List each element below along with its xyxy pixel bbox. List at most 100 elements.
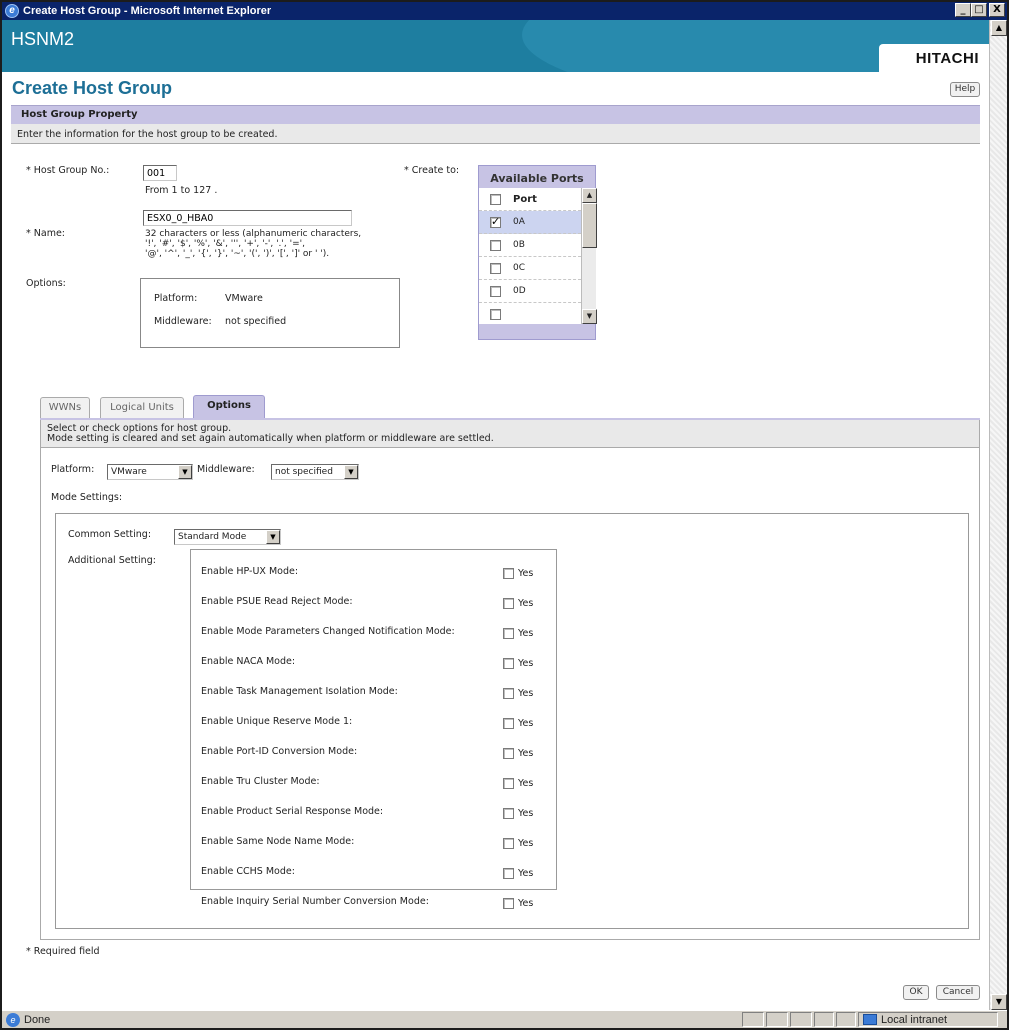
middleware-select-value: not specified: [275, 467, 333, 477]
additional-setting-label: Additional Setting:: [68, 555, 156, 566]
task-management-isolation-row: Enable Task Management Isolation Mode: Y…: [201, 686, 551, 702]
yes-label: Yes: [518, 808, 534, 819]
name-label: * Name:: [26, 228, 65, 239]
maximize-button[interactable]: □: [971, 3, 987, 17]
port-checkbox[interactable]: [490, 308, 501, 320]
app-banner: HSNM2 HITACHI: [2, 20, 989, 72]
port-row-0c[interactable]: 0C: [479, 257, 581, 280]
mode-settings-box: Common Setting: Standard Mode ▼ Addition…: [55, 513, 969, 929]
close-button[interactable]: X: [989, 3, 1005, 17]
chevron-down-icon[interactable]: ▼: [266, 530, 280, 544]
product-serial-response-checkbox[interactable]: [503, 808, 514, 819]
page-scrollbar[interactable]: ▲ ▼: [989, 20, 1007, 1010]
mode-parameters-changed-checkbox[interactable]: [503, 628, 514, 639]
available-ports-panel: Available Ports Port 0A 0B 0C: [478, 165, 597, 340]
cchs-mode-checkbox[interactable]: [503, 868, 514, 879]
host-group-no-input[interactable]: [143, 165, 177, 181]
ports-list: Port 0A 0B 0C 0D: [479, 188, 581, 324]
options-tab-description: Select or check options for host group. …: [41, 420, 979, 448]
same-node-name-row: Enable Same Node Name Mode: Yes: [201, 836, 551, 852]
yes-label: Yes: [518, 598, 534, 609]
yes-label: Yes: [518, 748, 534, 759]
minimize-button[interactable]: _: [955, 3, 971, 17]
title-bar: e Create Host Group - Microsoft Internet…: [2, 2, 1007, 20]
chevron-down-icon[interactable]: ▼: [344, 465, 358, 479]
browser-window: e Create Host Group - Microsoft Internet…: [0, 0, 1009, 1030]
options-label: Options:: [26, 278, 66, 289]
options-middleware-value: not specified: [225, 316, 287, 327]
section-header: Host Group Property: [11, 105, 980, 124]
scroll-down-arrow-icon[interactable]: ▼: [991, 994, 1007, 1010]
scroll-down-arrow-icon[interactable]: ▼: [582, 309, 597, 324]
status-cell: [790, 1012, 812, 1027]
port-0a-checkbox[interactable]: [490, 215, 501, 228]
options-description-line-2: Mode setting is cleared and set again au…: [47, 433, 494, 444]
setting-label: Enable Mode Parameters Changed Notificat…: [201, 626, 455, 637]
yes-label: Yes: [518, 778, 534, 789]
setting-label: Enable PSUE Read Reject Mode:: [201, 596, 353, 607]
psue-read-reject-mode-row: Enable PSUE Read Reject Mode: Yes: [201, 596, 551, 612]
tab-options[interactable]: Options: [193, 395, 265, 419]
window-title: Create Host Group - Microsoft Internet E…: [23, 5, 272, 17]
port-row-0d[interactable]: 0D: [479, 280, 581, 303]
tru-cluster-mode-checkbox[interactable]: [503, 778, 514, 789]
port-row-0a[interactable]: 0A: [479, 211, 581, 234]
port-label: 0D: [513, 286, 526, 296]
help-button[interactable]: Help: [950, 82, 980, 97]
inquiry-serial-number-checkbox[interactable]: [503, 898, 514, 909]
yes-label: Yes: [518, 658, 534, 669]
security-zone: Local intranet: [858, 1012, 998, 1027]
port-row-0b[interactable]: 0B: [479, 234, 581, 257]
platform-select[interactable]: VMware ▼: [107, 464, 193, 480]
port-id-conversion-row: Enable Port-ID Conversion Mode: Yes: [201, 746, 551, 762]
hp-ux-mode-checkbox[interactable]: [503, 568, 514, 579]
yes-label: Yes: [518, 568, 534, 579]
task-management-isolation-checkbox[interactable]: [503, 688, 514, 699]
port-0c-checkbox[interactable]: [490, 262, 501, 274]
local-intranet-icon: [863, 1014, 877, 1025]
setting-label: Enable Port-ID Conversion Mode:: [201, 746, 358, 757]
port-row-partial: [479, 303, 581, 324]
status-text: Done: [24, 1014, 51, 1026]
middleware-label: Middleware:: [197, 464, 255, 475]
tab-logical-units[interactable]: Logical Units: [100, 397, 184, 419]
port-column-header: Port: [513, 193, 537, 205]
additional-settings-box: Enable HP-UX Mode: Yes Enable PSUE Read …: [190, 549, 557, 909]
chevron-down-icon[interactable]: ▼: [178, 465, 192, 479]
psue-read-reject-mode-checkbox[interactable]: [503, 598, 514, 609]
naca-mode-row: Enable NACA Mode: Yes: [201, 656, 551, 672]
tab-wwns[interactable]: WWNs: [40, 397, 90, 419]
port-0d-checkbox[interactable]: [490, 285, 501, 297]
setting-label: Enable Task Management Isolation Mode:: [201, 686, 398, 697]
product-serial-response-row: Enable Product Serial Response Mode: Yes: [201, 806, 551, 822]
cancel-button[interactable]: Cancel: [936, 985, 980, 1000]
port-id-conversion-checkbox[interactable]: [503, 748, 514, 759]
setting-label: Enable HP-UX Mode:: [201, 566, 299, 577]
scroll-up-arrow-icon[interactable]: ▲: [991, 20, 1007, 36]
name-hint-line-3: '@', '^', '_', '{', '}', '~', '(', ')', …: [145, 249, 330, 259]
scroll-up-arrow-icon[interactable]: ▲: [582, 188, 597, 203]
page-title: Create Host Group: [12, 78, 173, 98]
host-group-no-label: * Host Group No.:: [26, 165, 110, 176]
zone-label: Local intranet: [881, 1013, 948, 1026]
hp-ux-mode-row: Enable HP-UX Mode: Yes: [201, 566, 551, 582]
ok-button[interactable]: OK: [903, 985, 929, 1000]
options-middleware-label: Middleware:: [154, 316, 212, 327]
name-input[interactable]: [143, 210, 352, 226]
port-0b-checkbox[interactable]: [490, 239, 501, 251]
common-setting-select[interactable]: Standard Mode ▼: [174, 529, 281, 545]
naca-mode-checkbox[interactable]: [503, 658, 514, 669]
options-tab-panel: Select or check options for host group. …: [40, 420, 980, 940]
tru-cluster-mode-row: Enable Tru Cluster Mode: Yes: [201, 776, 551, 792]
common-setting-value: Standard Mode: [178, 532, 247, 542]
platform-select-value: VMware: [111, 467, 147, 477]
unique-reserve-mode-checkbox[interactable]: [503, 718, 514, 729]
same-node-name-checkbox[interactable]: [503, 838, 514, 849]
select-all-checkbox[interactable]: [490, 193, 501, 205]
ports-scrollbar[interactable]: ▲ ▼: [581, 188, 597, 324]
scroll-thumb[interactable]: [582, 203, 597, 248]
status-cell: [742, 1012, 764, 1027]
name-hint-line-1: 32 characters or less (alphanumeric char…: [145, 229, 362, 239]
app-name: HSNM2: [11, 29, 75, 49]
middleware-select[interactable]: not specified ▼: [271, 464, 359, 480]
